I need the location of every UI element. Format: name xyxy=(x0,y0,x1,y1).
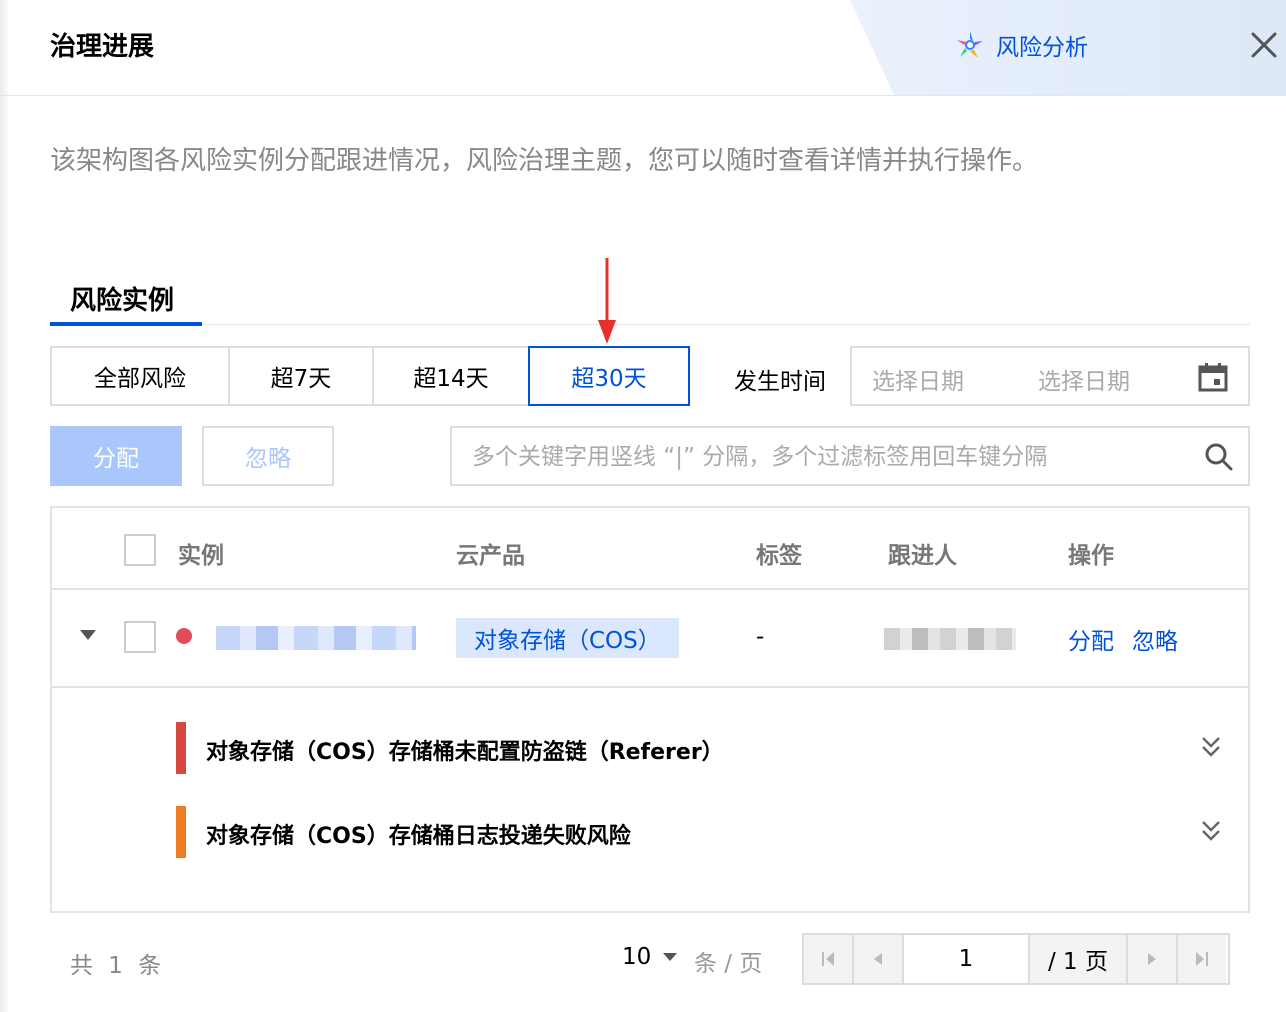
owner-redacted xyxy=(884,628,1016,650)
risk-item-text: 对象存储（COS）存储桶未配置防盗链（Referer） xyxy=(206,740,724,765)
risk-instance-table: 实例 云产品 标签 跟进人 操作 对象存储（COS） - 分配 忽略 对象存储（… xyxy=(50,506,1250,913)
next-page-icon xyxy=(1148,953,1156,965)
date-start-placeholder[interactable]: 选择日期 xyxy=(872,362,964,396)
page-description: 该架构图各风险实例分配跟进情况，风险治理主题，您可以随时查看详情并执行操作。 xyxy=(50,146,1039,176)
tab-active-indicator xyxy=(50,322,202,326)
header-operation: 操作 xyxy=(1068,543,1114,569)
select-all-checkbox[interactable] xyxy=(124,534,156,566)
first-page-button[interactable] xyxy=(804,935,854,983)
page-title: 治理进展 xyxy=(50,32,155,62)
prev-page-icon xyxy=(874,953,882,965)
row-ignore-link[interactable]: 忽略 xyxy=(1132,622,1178,656)
backdrop-edge xyxy=(0,0,10,1012)
search-icon[interactable] xyxy=(1204,442,1234,472)
double-chevron-down-icon[interactable] xyxy=(1200,734,1222,760)
caret-down-icon xyxy=(663,953,678,961)
last-page-icon xyxy=(1196,952,1208,966)
risk-analysis-link[interactable]: 风险分析 xyxy=(954,28,1088,62)
row-checkbox[interactable] xyxy=(124,621,156,653)
header-owner: 跟进人 xyxy=(888,543,957,569)
double-chevron-down-icon[interactable] xyxy=(1200,818,1222,844)
search-input[interactable] xyxy=(472,438,1192,476)
total-pages: / 1 页 xyxy=(1030,935,1128,983)
total-count: 共 1 条 xyxy=(70,953,162,979)
page-number-input[interactable]: 1 xyxy=(904,935,1030,983)
ignore-button[interactable]: 忽略 xyxy=(202,426,334,486)
risk-item[interactable]: 对象存储（COS）存储桶日志投递失败风险 xyxy=(176,806,1236,858)
risk-item[interactable]: 对象存储（COS）存储桶未配置防盗链（Referer） xyxy=(176,722,1236,774)
page-size-value: 10 xyxy=(622,944,652,970)
risk-analysis-label: 风险分析 xyxy=(996,35,1088,61)
tab-divider xyxy=(50,324,1250,325)
filter-over-7-days[interactable]: 超7天 xyxy=(228,346,374,406)
risk-item-text: 对象存储（COS）存储桶日志投递失败风险 xyxy=(206,824,631,849)
date-range-picker[interactable]: 选择日期 选择日期 xyxy=(850,346,1250,406)
tab-label: 风险实例 xyxy=(70,286,175,316)
tag-value: - xyxy=(756,624,765,650)
sparkle-logo-icon xyxy=(957,31,983,58)
header-tag: 标签 xyxy=(756,543,802,569)
next-page-button[interactable] xyxy=(1128,935,1178,983)
product-tag: 对象存储（COS） xyxy=(456,618,679,658)
risk-severity-bar xyxy=(176,722,186,774)
tab-risk-instances[interactable]: 风险实例 xyxy=(50,280,202,326)
per-page-label: 条 / 页 xyxy=(694,951,763,977)
search-box xyxy=(450,426,1250,486)
last-page-button[interactable] xyxy=(1178,935,1226,983)
header-instance: 实例 xyxy=(178,543,224,569)
row-collapse-caret-icon[interactable] xyxy=(80,630,96,640)
header-product: 云产品 xyxy=(456,543,525,569)
row-assign-link[interactable]: 分配 xyxy=(1068,622,1114,656)
prev-page-button[interactable] xyxy=(854,935,904,983)
close-icon[interactable] xyxy=(1248,26,1280,62)
table-header: 实例 云产品 标签 跟进人 操作 xyxy=(52,508,1248,590)
filter-all-risks[interactable]: 全部风险 xyxy=(50,346,230,406)
date-end-placeholder[interactable]: 选择日期 xyxy=(1038,362,1130,396)
calendar-icon[interactable] xyxy=(1198,362,1228,392)
filter-over-30-days[interactable]: 超30天 xyxy=(528,346,690,406)
annotation-arrow-icon xyxy=(598,258,616,344)
occur-time-label: 发生时间 xyxy=(734,369,826,395)
drawer-header: 治理进展 风险分析 xyxy=(0,0,1286,96)
assign-button[interactable]: 分配 xyxy=(50,426,182,486)
table-row: 对象存储（COS） - 分配 忽略 xyxy=(52,590,1248,688)
instance-link-redacted[interactable] xyxy=(216,626,416,650)
pager: 1 / 1 页 xyxy=(802,933,1230,985)
risk-severity-bar xyxy=(176,806,186,858)
first-page-icon xyxy=(822,952,834,966)
filter-over-14-days[interactable]: 超14天 xyxy=(372,346,530,406)
page-size-select[interactable]: 10 xyxy=(622,944,678,970)
risk-level-dot xyxy=(176,628,192,644)
